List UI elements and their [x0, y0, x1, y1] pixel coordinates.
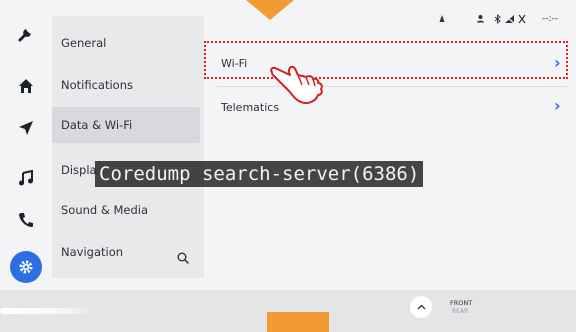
- menu-item-notifications[interactable]: Notifications: [61, 78, 133, 92]
- clock-time: --:--: [542, 14, 559, 24]
- navigation-arrow-icon[interactable]: [14, 116, 38, 140]
- telematics-chevron-right-icon[interactable]: ›: [554, 96, 561, 115]
- home-icon[interactable]: [14, 74, 38, 98]
- seat-chevron-up-button[interactable]: [410, 296, 432, 318]
- music-note-icon[interactable]: [14, 166, 38, 190]
- app-rail: [0, 8, 50, 290]
- wrench-icon[interactable]: [14, 22, 38, 46]
- menu-item-data-wifi-label: Data & Wi-Fi: [61, 118, 133, 132]
- phone-icon[interactable]: [14, 208, 38, 232]
- search-icon[interactable]: [176, 250, 190, 264]
- screen-glare: [0, 308, 92, 314]
- menu-item-data-wifi[interactable]: Data & Wi-Fi: [52, 107, 200, 143]
- top-orange-marker: [246, 0, 294, 20]
- seat-front-label[interactable]: FRONT: [450, 299, 472, 307]
- menu-item-display[interactable]: Displa: [61, 163, 97, 177]
- settings-menu: General Notifications Data & Wi-Fi Displ…: [52, 16, 204, 278]
- menu-item-navigation[interactable]: Navigation: [61, 245, 123, 259]
- pointing-hand-icon: [268, 58, 328, 110]
- menu-item-sound-media[interactable]: Sound & Media: [61, 203, 148, 217]
- infotainment-screen: General Notifications Data & Wi-Fi Displ…: [0, 0, 576, 332]
- gear-icon[interactable]: [10, 251, 42, 283]
- coredump-overlay: Coredump search-server(6386): [95, 161, 424, 187]
- bottom-orange-marker: [267, 312, 329, 332]
- seat-rear-label[interactable]: REAR: [452, 308, 468, 315]
- wifi-highlight-box: [204, 41, 568, 79]
- menu-item-general[interactable]: General: [61, 36, 106, 50]
